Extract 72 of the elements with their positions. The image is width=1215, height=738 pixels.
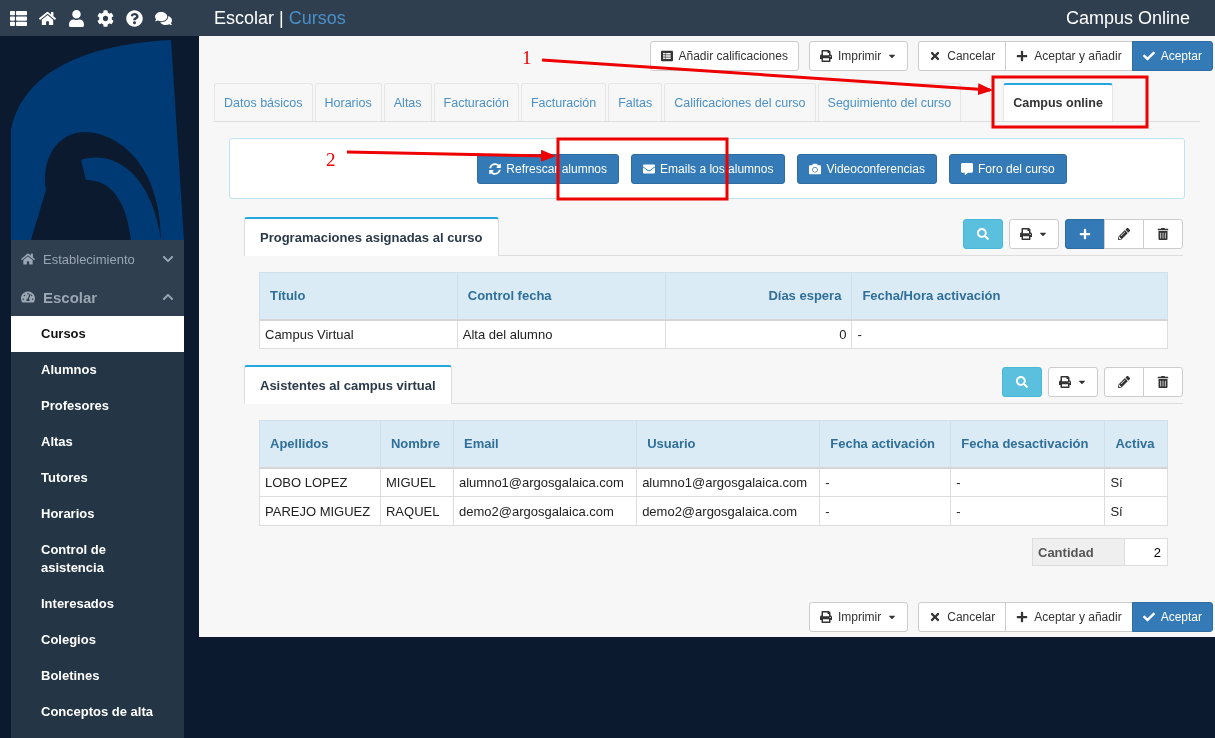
table-cell: alumno1@argosgalaica.com: [453, 467, 637, 497]
toolbar-button[interactable]: Aceptar: [1131, 41, 1213, 71]
sidebar-item[interactable]: Cursos: [11, 316, 184, 352]
sidebar-item[interactable]: Boletines: [11, 658, 184, 694]
column-header[interactable]: Días espera: [665, 272, 852, 320]
tab[interactable]: Faltas: [608, 83, 663, 121]
action-button[interactable]: Videoconferencias: [797, 153, 937, 184]
table-cell: RAQUEL: [380, 496, 454, 526]
sidebar-item[interactable]: Profesores: [11, 388, 184, 424]
app-name: Campus Online: [1065, 7, 1191, 29]
tab[interactable]: Campus online: [1003, 83, 1113, 121]
tab[interactable]: Horarios: [314, 83, 382, 121]
table-cell: -: [950, 496, 1105, 526]
column-header[interactable]: Fecha desactivación: [950, 420, 1105, 468]
column-header[interactable]: Apellidos: [259, 420, 381, 468]
column-header[interactable]: Control fecha: [457, 272, 666, 320]
table-cell: Sí: [1104, 467, 1168, 497]
table-cell: PAREJO MIGUEZ: [259, 496, 381, 526]
column-header[interactable]: Nombre: [380, 420, 454, 468]
sidebar-item[interactable]: Interesados: [11, 586, 184, 622]
action-button[interactable]: Refrescar alumnos: [477, 153, 620, 184]
annotation-number: 1: [522, 47, 532, 69]
total-value: 2: [1125, 538, 1168, 566]
table-cell: 0: [665, 319, 852, 349]
toolbar-button[interactable]: Cancelar: [918, 602, 1007, 632]
sidebar-group[interactable]: Establecimiento: [11, 240, 184, 278]
sidebar-group[interactable]: Escolar: [11, 278, 184, 316]
sidebar-item[interactable]: Control de asistencia: [11, 532, 184, 586]
table-cell: demo2@argosgalaica.com: [636, 496, 820, 526]
table-cell: Sí: [1104, 496, 1168, 526]
sidebar-item[interactable]: Alumnos: [11, 352, 184, 388]
sidebar-item[interactable]: Altas: [11, 424, 184, 460]
column-header[interactable]: Título: [259, 272, 458, 320]
table-cell: -: [819, 467, 951, 497]
action-button[interactable]: Emails a los alumnos: [631, 153, 786, 184]
print-button[interactable]: Imprimir: [808, 41, 909, 71]
table-cell: Campus Virtual: [259, 319, 458, 349]
toolbar-button[interactable]: Aceptar: [1131, 602, 1213, 632]
sidebar-item[interactable]: Tutores: [11, 460, 184, 496]
toolbar-button[interactable]: Añadir calificaciones: [649, 41, 799, 71]
tab[interactable]: Facturación: [433, 83, 519, 121]
table-cell: -: [950, 467, 1105, 497]
section-tab[interactable]: Asistentes al campus virtual: [244, 365, 452, 404]
table-cell: -: [819, 496, 951, 526]
sidebar-item[interactable]: Colegios: [11, 622, 184, 658]
column-header[interactable]: Fecha activación: [819, 420, 951, 468]
table-cell: Alta del alumno: [457, 319, 666, 349]
column-header[interactable]: Usuario: [636, 420, 820, 468]
table-cell: MIGUEL: [380, 467, 454, 497]
toolbar-button[interactable]: Aceptar y añadir: [1005, 602, 1133, 632]
table-cell: demo2@argosgalaica.com: [453, 496, 637, 526]
toolbar-button[interactable]: Cancelar: [918, 41, 1007, 71]
tab[interactable]: Altas: [383, 83, 432, 121]
page-title: Escolar | Cursos: [214, 7, 347, 29]
action-button[interactable]: Foro del curso: [948, 153, 1067, 184]
sidebar-item[interactable]: Conceptos de alta: [11, 694, 184, 730]
table-cell: alumno1@argosgalaica.com: [636, 467, 820, 497]
tab[interactable]: Datos básicos: [214, 83, 313, 121]
section-tab[interactable]: Programaciones asignadas al curso: [244, 217, 499, 256]
column-header[interactable]: Fecha/Hora activación: [851, 272, 1168, 320]
table-cell: -: [851, 319, 1168, 349]
tab[interactable]: Facturación: [520, 83, 607, 121]
column-header[interactable]: Activa: [1104, 420, 1168, 468]
print-button[interactable]: Imprimir: [808, 602, 909, 632]
toolbar-button[interactable]: Aceptar y añadir: [1005, 41, 1133, 71]
annotation-number: 2: [326, 149, 336, 171]
sidebar-item[interactable]: Horarios: [11, 496, 184, 532]
table-cell: LOBO LOPEZ: [259, 467, 381, 497]
column-header[interactable]: Email: [453, 420, 637, 468]
tab[interactable]: Calificaciones del curso: [664, 83, 816, 121]
total-label: Cantidad: [1032, 538, 1125, 566]
tab[interactable]: Seguimiento del curso: [817, 83, 962, 121]
